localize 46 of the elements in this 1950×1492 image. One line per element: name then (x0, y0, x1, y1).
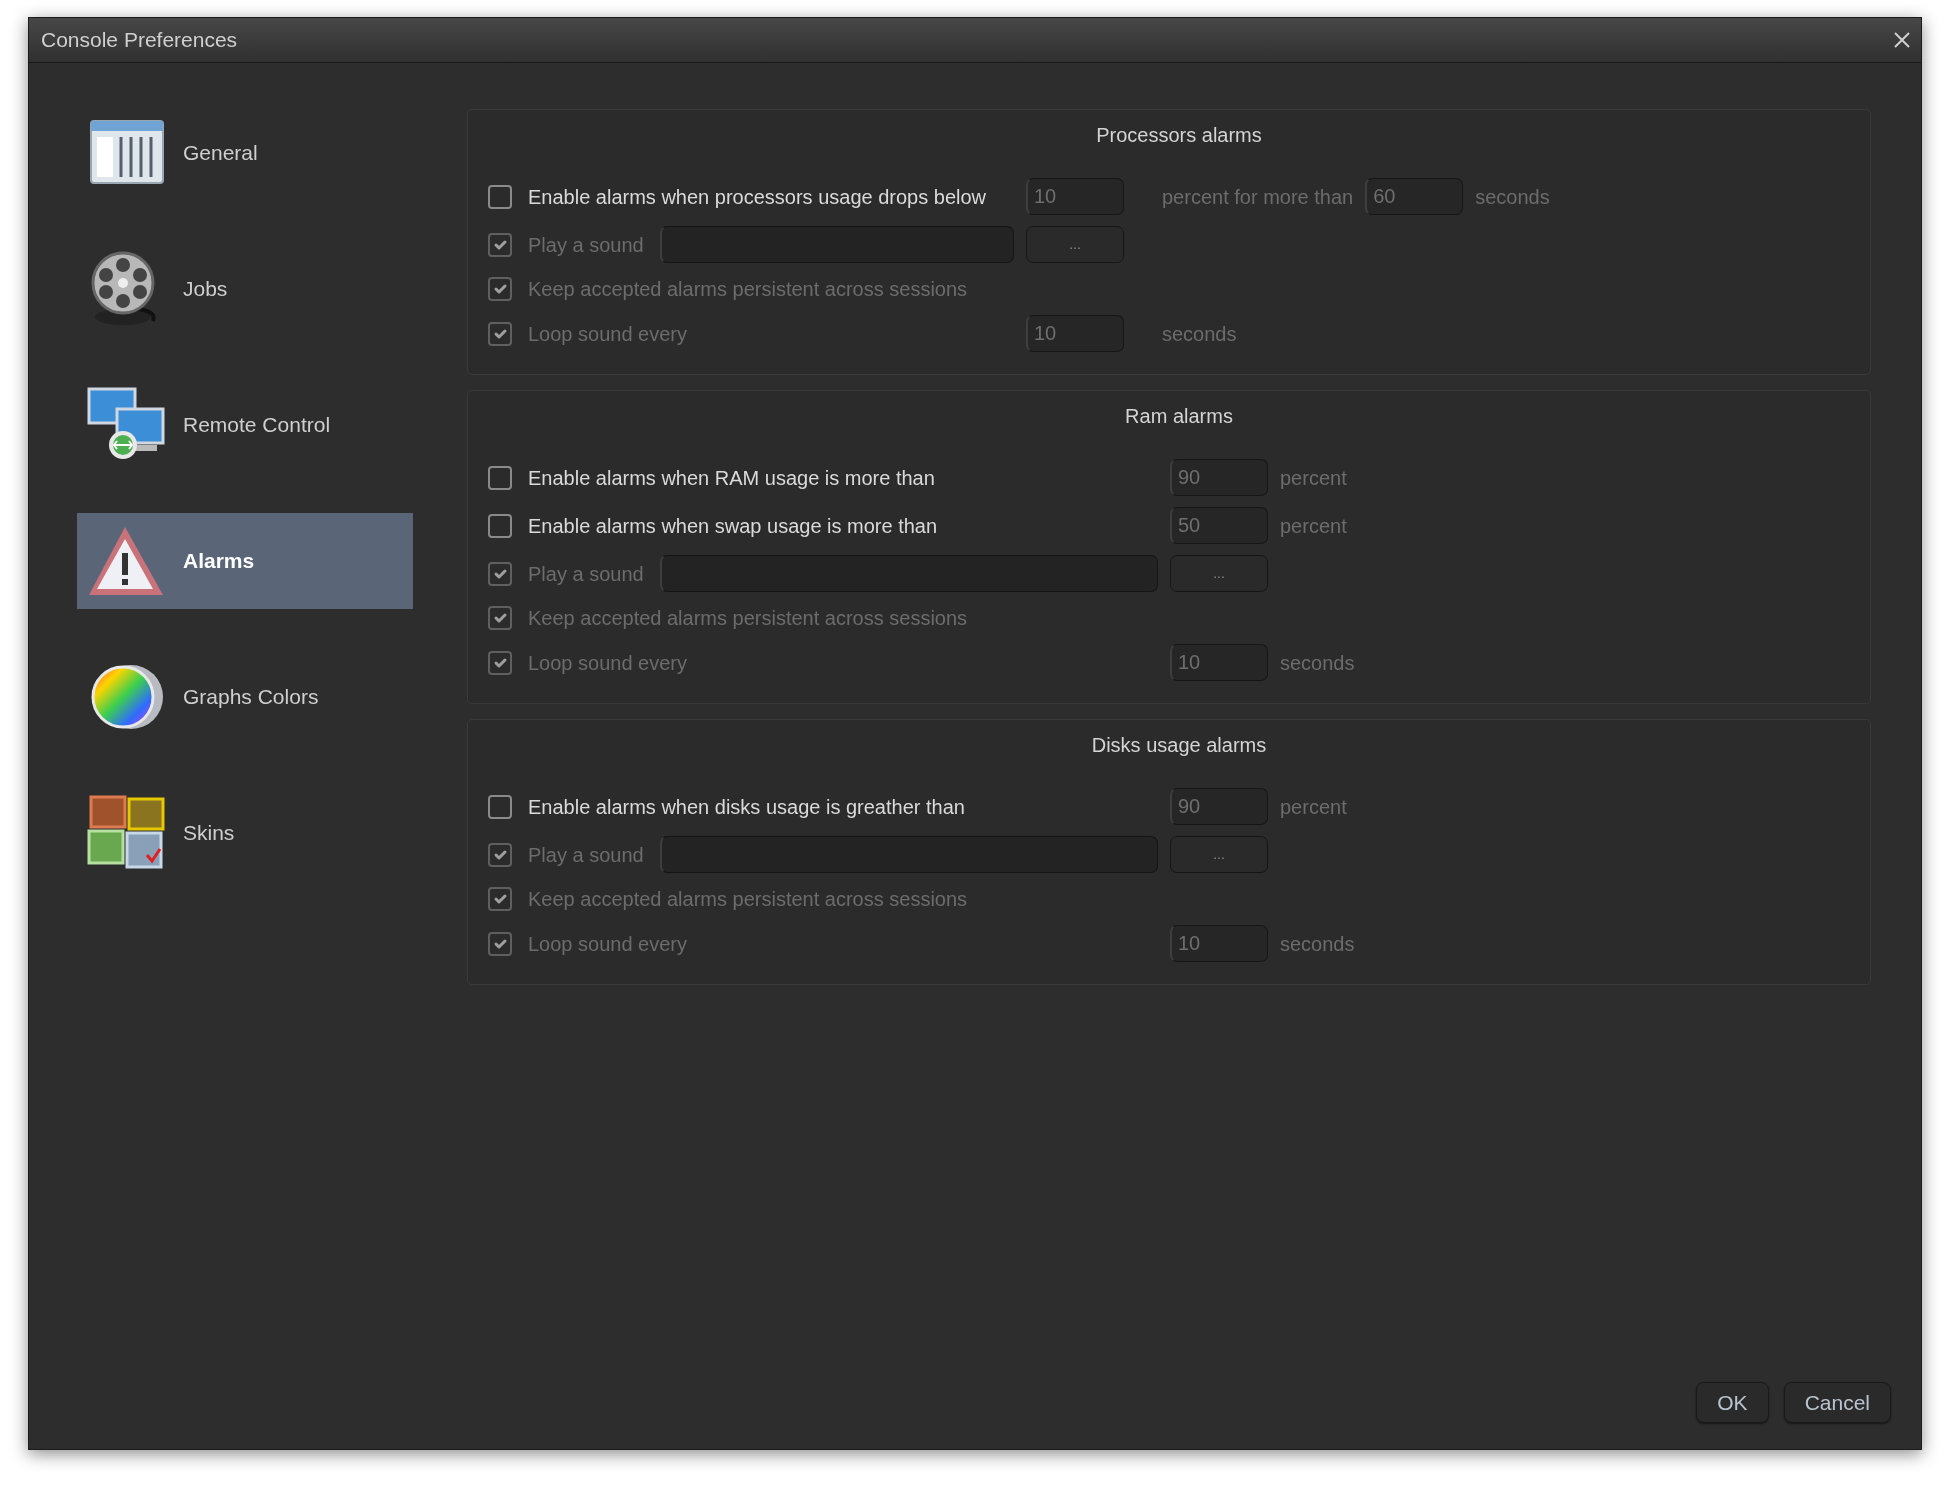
checkbox-label: Loop sound every (528, 931, 688, 957)
sidebar-item[interactable]: Skins (77, 785, 413, 881)
sound-path-field[interactable] (659, 836, 1158, 873)
group-title: Processors alarms (1096, 123, 1262, 148)
sidebar-item[interactable]: Remote Control (77, 377, 413, 473)
checkbox-label: Keep accepted alarms persistent across sessions (528, 887, 969, 912)
checkbox-label: Enable alarms when processors usage drops below (528, 184, 988, 210)
sound-path-field[interactable] (659, 555, 1158, 592)
checkbox-label: Enable alarms when disks usage is greather than (528, 794, 966, 820)
checkbox-label: Keep accepted alarms persistent across sessions (528, 277, 969, 302)
checkbox-label: Loop sound every (528, 321, 688, 347)
unit-label: seconds (1280, 650, 1355, 676)
sidebar-item[interactable]: Graphs Colors (77, 649, 413, 745)
checkbox-label: Enable alarms when RAM usage is more than (528, 465, 936, 491)
checkbox[interactable] (488, 184, 512, 209)
unit-label: seconds (1162, 321, 1238, 347)
unit-label: percent (1280, 794, 1348, 820)
unit-label: percent (1280, 513, 1348, 539)
number-field[interactable]: 60 (1365, 178, 1464, 215)
group-title: Disks usage alarms (1091, 733, 1267, 758)
number-field[interactable]: 90 (1170, 459, 1268, 496)
number-field[interactable]: 50 (1170, 507, 1268, 544)
checkbox-label: Enable alarms when swap usage is more than (528, 513, 939, 539)
number-field[interactable]: 90 (1170, 788, 1268, 825)
sidebar-item[interactable]: Alarms (77, 513, 413, 609)
checkbox-label: Play a sound (528, 842, 644, 868)
unit-label: seconds (1280, 931, 1355, 957)
checkbox-label: Keep accepted alarms persistent across sessions (528, 606, 969, 631)
unit-label: percent (1280, 465, 1348, 491)
dialog-button[interactable]: Cancel (1783, 1382, 1891, 1423)
unit-label: percent for more than (1162, 184, 1354, 210)
dialog-button[interactable]: OK (1696, 1382, 1769, 1423)
checkbox[interactable] (488, 465, 512, 490)
sound-path-field[interactable] (659, 226, 1014, 263)
unit-label: seconds (1475, 184, 1550, 210)
checkbox[interactable] (488, 794, 512, 819)
sidebar-item[interactable]: General (77, 105, 413, 201)
number-field[interactable]: 10 (1026, 178, 1124, 215)
window-title: Console Preferences (41, 27, 238, 54)
checkbox[interactable] (488, 513, 512, 538)
checkbox-label: Play a sound (528, 232, 644, 258)
close-icon[interactable] (1893, 31, 1911, 49)
checkbox-label: Loop sound every (528, 650, 688, 676)
sidebar-item[interactable]: Jobs (77, 241, 413, 337)
group-title: Ram alarms (1125, 404, 1233, 429)
checkbox-label: Play a sound (528, 561, 644, 587)
